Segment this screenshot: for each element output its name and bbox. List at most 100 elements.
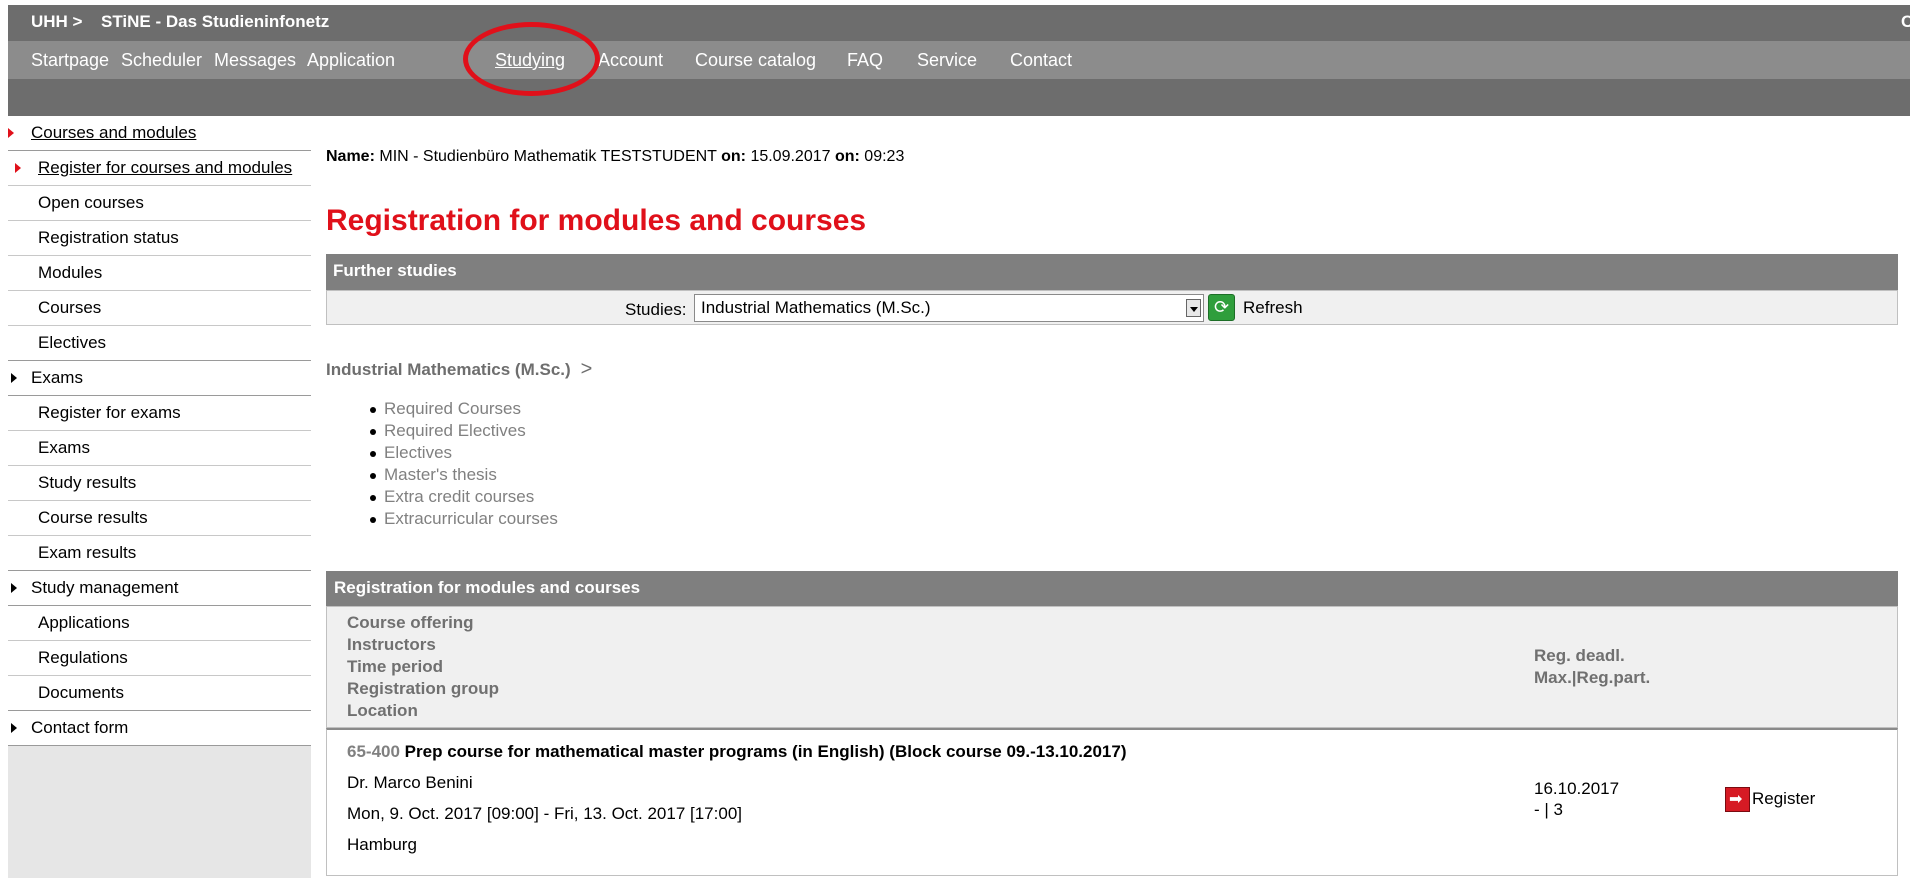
col-instructors: Instructors bbox=[347, 635, 436, 654]
sidebar-item-label[interactable]: Exams bbox=[31, 368, 83, 388]
sidebar-item-register-exams[interactable]: Register for exams bbox=[8, 396, 311, 431]
nav-application[interactable]: Application bbox=[307, 50, 395, 71]
nav-faq[interactable]: FAQ bbox=[847, 50, 883, 71]
sidebar-item-courses[interactable]: Courses bbox=[8, 291, 311, 326]
further-studies-panel: Studies: Industrial Mathematics (M.Sc.) … bbox=[326, 290, 1898, 325]
register-label[interactable]: Register bbox=[1752, 789, 1815, 808]
sidebar-item-label[interactable]: Register for exams bbox=[38, 403, 181, 423]
name-label: Name: bbox=[326, 148, 375, 165]
time-period: Mon, 9. Oct. 2017 [09:00] - Fri, 13. Oct… bbox=[347, 804, 742, 823]
login-time: 09:23 bbox=[864, 148, 905, 165]
highlight-circle-annotation bbox=[463, 22, 600, 96]
sidebar-item-registration-status[interactable]: Registration status bbox=[8, 221, 311, 256]
sidebar-item-modules[interactable]: Modules bbox=[8, 256, 311, 291]
nav-messages[interactable]: Messages bbox=[214, 50, 296, 71]
login-date: 15.09.2017 bbox=[750, 148, 831, 165]
col-time-period: Time period bbox=[347, 657, 444, 676]
category-extracurricular-courses[interactable]: Extracurricular courses bbox=[368, 509, 558, 531]
category-electives[interactable]: Electives bbox=[368, 443, 558, 465]
sidebar: Courses and modules Register for courses… bbox=[8, 116, 311, 878]
sidebar-item-study-results[interactable]: Study results bbox=[8, 466, 311, 501]
sidebar-item-label[interactable]: Open courses bbox=[38, 193, 144, 213]
nav-scheduler[interactable]: Scheduler bbox=[121, 50, 202, 71]
category-extra-credit-courses[interactable]: Extra credit courses bbox=[368, 487, 558, 509]
sidebar-item-regulations[interactable]: Regulations bbox=[8, 641, 311, 676]
nav-account[interactable]: Account bbox=[598, 50, 663, 71]
studies-label: Studies: bbox=[625, 300, 687, 319]
sidebar-section-contact-form[interactable]: Contact form bbox=[8, 711, 311, 746]
course-offering: 65-400 Prep course for mathematical mast… bbox=[347, 742, 1127, 762]
category-required-electives[interactable]: Required Electives bbox=[368, 421, 558, 443]
col-reg-deadline: Reg. deadl. bbox=[1534, 646, 1625, 665]
sidebar-item-label[interactable]: Courses bbox=[38, 298, 101, 318]
dropdown-arrow-icon[interactable] bbox=[1186, 299, 1201, 317]
category-list: Required Courses Required Electives Elec… bbox=[368, 399, 558, 531]
further-studies-header: Further studies bbox=[326, 254, 1898, 290]
col-max-reg-part: Max.|Reg.part. bbox=[1534, 668, 1651, 687]
uhh-link[interactable]: UHH > bbox=[31, 12, 82, 32]
studies-select[interactable]: Industrial Mathematics (M.Sc.) bbox=[694, 294, 1204, 322]
sidebar-item-label[interactable]: Applications bbox=[38, 613, 130, 633]
sidebar-item-label[interactable]: Contact form bbox=[31, 718, 128, 738]
breadcrumb-separator: > bbox=[580, 358, 593, 380]
sub-nav-bar bbox=[8, 79, 1910, 116]
sidebar-item-label[interactable]: Exam results bbox=[38, 543, 136, 563]
page-title: Registration for modules and courses bbox=[326, 204, 867, 237]
sidebar-item-label[interactable]: Regulations bbox=[38, 648, 128, 668]
sidebar-item-electives[interactable]: Electives bbox=[8, 326, 311, 361]
sidebar-item-label[interactable]: Documents bbox=[38, 683, 124, 703]
sidebar-item-label[interactable]: Exams bbox=[38, 438, 90, 458]
reg-deadline: 16.10.2017 bbox=[1534, 779, 1620, 798]
user-name: MIN - Studienbüro Mathematik TESTSTUDENT bbox=[379, 148, 717, 165]
sidebar-item-label[interactable]: Study management bbox=[31, 578, 178, 598]
registration-column-headers: Course offering Instructors Time period … bbox=[326, 606, 1898, 728]
nav-startpage[interactable]: Startpage bbox=[31, 50, 109, 71]
caret-right-icon bbox=[11, 373, 17, 383]
user-info-line: Name: MIN - Studienbüro Mathematik TESTS… bbox=[326, 148, 904, 166]
sidebar-item-label[interactable]: Electives bbox=[38, 333, 106, 353]
sidebar-item-course-results[interactable]: Course results bbox=[8, 501, 311, 536]
caret-right-icon bbox=[15, 163, 21, 173]
category-required-courses[interactable]: Required Courses bbox=[368, 399, 558, 421]
sidebar-item-applications[interactable]: Applications bbox=[8, 606, 311, 641]
caret-right-icon bbox=[8, 128, 14, 138]
sidebar-section-courses-and-modules[interactable]: Courses and modules bbox=[8, 116, 311, 151]
sidebar-item-label[interactable]: Registration status bbox=[38, 228, 179, 248]
top-header-bar: UHH > STiNE - Das Studieninfonetz C bbox=[8, 5, 1910, 41]
sidebar-item-label[interactable]: Study results bbox=[38, 473, 136, 493]
register-arrow-icon[interactable] bbox=[1725, 787, 1750, 812]
sidebar-item-label[interactable]: Courses and modules bbox=[31, 123, 196, 143]
course-code[interactable]: 65-400 bbox=[347, 742, 400, 761]
course-title[interactable]: Prep course for mathematical master prog… bbox=[405, 742, 1127, 761]
header-right-cut-text: C bbox=[1901, 12, 1910, 31]
main-nav-bar: Startpage Scheduler Messages Application… bbox=[8, 41, 1910, 79]
nav-contact[interactable]: Contact bbox=[1010, 50, 1072, 71]
sidebar-item-register-courses-modules[interactable]: Register for courses and modules bbox=[8, 151, 311, 186]
col-registration-group: Registration group bbox=[347, 679, 500, 698]
register-button[interactable]: Register bbox=[1725, 787, 1815, 812]
location: Hamburg bbox=[347, 835, 417, 854]
program-name[interactable]: Industrial Mathematics (M.Sc.) bbox=[326, 360, 571, 379]
on-label: on: bbox=[721, 148, 746, 165]
refresh-button[interactable]: Refresh bbox=[1243, 298, 1303, 318]
nav-service[interactable]: Service bbox=[917, 50, 977, 71]
studies-selected-value: Industrial Mathematics (M.Sc.) bbox=[701, 298, 931, 317]
sidebar-item-open-courses[interactable]: Open courses bbox=[8, 186, 311, 221]
table-row: 65-400 Prep course for mathematical mast… bbox=[326, 728, 1898, 876]
sidebar-item-documents[interactable]: Documents bbox=[8, 676, 311, 711]
sidebar-item-exams[interactable]: Exams bbox=[8, 431, 311, 466]
sidebar-item-label[interactable]: Course results bbox=[38, 508, 148, 528]
site-title: STiNE - Das Studieninfonetz bbox=[101, 12, 330, 31]
max-reg-part: - | 3 bbox=[1534, 800, 1563, 819]
sidebar-section-study-management[interactable]: Study management bbox=[8, 571, 311, 606]
nav-course-catalog[interactable]: Course catalog bbox=[695, 50, 816, 71]
col-location: Location bbox=[347, 701, 418, 720]
sidebar-item-label[interactable]: Register for courses and modules bbox=[38, 158, 292, 178]
category-masters-thesis[interactable]: Master's thesis bbox=[368, 465, 558, 487]
instructor: Dr. Marco Benini bbox=[347, 773, 473, 792]
sidebar-section-exams[interactable]: Exams bbox=[8, 361, 311, 396]
sidebar-item-exam-results[interactable]: Exam results bbox=[8, 536, 311, 571]
sidebar-item-label[interactable]: Modules bbox=[38, 263, 102, 283]
refresh-icon[interactable]: ⟳ bbox=[1208, 294, 1235, 321]
on-label: on: bbox=[834, 148, 860, 165]
